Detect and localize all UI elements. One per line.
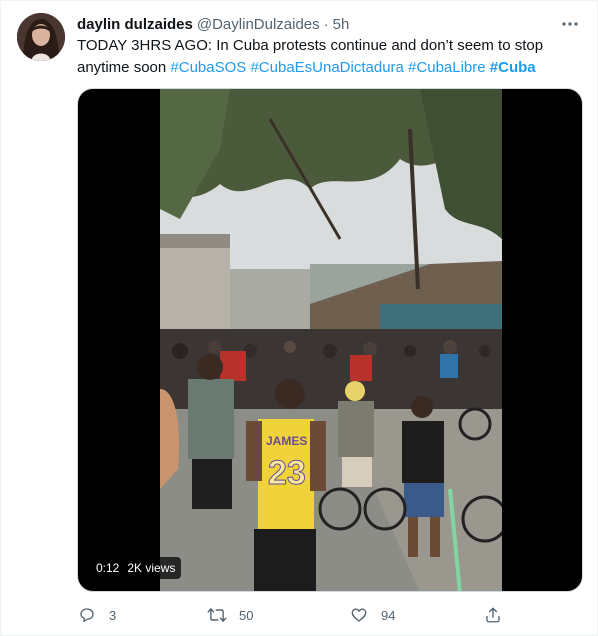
avatar[interactable] — [17, 13, 65, 61]
reply-count: 3 — [109, 607, 117, 623]
retweet-button[interactable]: 50 — [207, 601, 253, 629]
video-player[interactable]: JAMES 23 0:12 2K views — [77, 88, 583, 592]
share-button[interactable] — [483, 601, 503, 629]
jersey-text: JAMES — [266, 434, 307, 448]
svg-text:23: 23 — [268, 454, 306, 492]
tweet-actions: 3 50 94 — [77, 601, 517, 629]
video-info-badge: 0:12 2K views — [90, 557, 182, 579]
tweet-timestamp[interactable]: 5h — [333, 16, 350, 33]
tweet-header: daylin dulzaides @DaylinDulzaides · 5h — [77, 13, 349, 35]
video-still-image: JAMES 23 — [160, 89, 502, 591]
hashtag-cubasos[interactable]: #CubaSOS — [170, 59, 246, 76]
like-button[interactable]: 94 — [349, 601, 395, 629]
retweet-count: 50 — [239, 607, 254, 623]
video-view-count: 2K views — [127, 561, 176, 575]
hashtag-cuba[interactable]: #Cuba — [490, 59, 536, 76]
separator-dot: · — [323, 15, 329, 33]
reply-button[interactable]: 3 — [77, 601, 116, 629]
hashtag-cubalibre[interactable]: #CubaLibre — [408, 59, 486, 76]
more-options-button[interactable] — [559, 13, 581, 35]
avatar-image — [17, 13, 65, 61]
retweet-icon — [207, 605, 227, 625]
video-frame: JAMES 23 — [160, 89, 502, 591]
tweet-card[interactable]: daylin dulzaides @DaylinDulzaides · 5h T… — [0, 0, 598, 636]
tweet-text: TODAY 3HRS AGO: In Cuba protests continu… — [77, 35, 583, 79]
reply-icon — [77, 605, 97, 625]
author-name[interactable]: daylin dulzaides — [77, 16, 193, 33]
hashtag-cubaesunadictadura[interactable]: #CubaEsUnaDictadura — [250, 59, 403, 76]
share-icon — [483, 605, 503, 625]
more-horizontal-icon — [562, 22, 578, 26]
author-handle[interactable]: @DaylinDulzaides — [197, 16, 320, 33]
heart-icon — [349, 605, 369, 625]
like-count: 94 — [381, 607, 396, 623]
video-elapsed-time: 0:12 — [96, 561, 120, 575]
